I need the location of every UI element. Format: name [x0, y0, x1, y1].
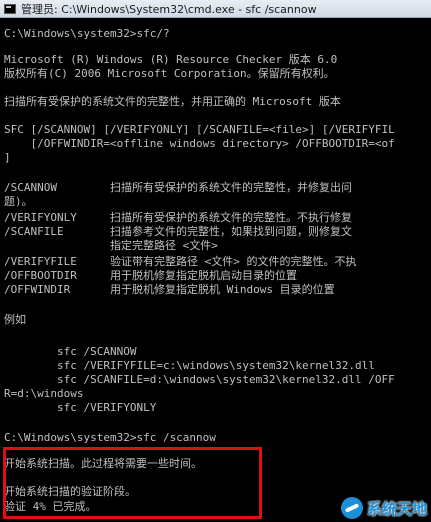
console-line: 题)。 — [4, 195, 33, 208]
console-line: Microsoft (R) Windows (R) Resource Check… — [4, 53, 338, 66]
console-line: /OFFWINDIR 用于脱机修复指定脱机 Windows 目录的位置 — [4, 283, 335, 296]
watermark: 系统天地 — [340, 497, 427, 519]
site-logo-icon — [340, 497, 363, 519]
console-line: /OFFBOOTDIR 用于脱机修复指定脱机启动目录的位置 — [4, 269, 297, 282]
cmd-window: 管理员: C:\Windows\System32\cmd.exe - sfc /… — [0, 0, 431, 522]
console-line: [/OFFWINDIR=<offline windows directory> … — [4, 137, 395, 150]
console-line: sfc /SCANFILE=d:\windows\system32\kernel… — [4, 373, 395, 386]
console-line: 版权所有(C) 2006 Microsoft Corporation。保留所有权… — [4, 67, 335, 80]
console-line: /VERIFYFILE 验证带有完整路径 <文件> 的文件的完整性。不执 — [4, 255, 357, 268]
window-title: 管理员: C:\Windows\System32\cmd.exe - sfc /… — [21, 2, 317, 16]
console-line: R=d:\windows — [4, 387, 84, 400]
console-line: sfc /VERIFYONLY — [4, 401, 157, 414]
console-line: sfc /SCANNOW — [4, 345, 137, 358]
console-window-icon[interactable] — [4, 3, 16, 14]
console-line: 扫描所有受保护的系统文件的完整性，并用正确的 Microsoft 版本 — [4, 95, 341, 108]
console-line: 例如 — [4, 313, 26, 326]
console-line: C:\Windows\system32>sfc /scannow — [4, 431, 216, 444]
console-line: 指定完整路径 <文件> — [4, 239, 218, 252]
watermark-text: 系统天地 — [366, 499, 427, 518]
console-line: SFC [/SCANNOW] [/VERIFYONLY] [/SCANFILE=… — [4, 123, 395, 136]
title-bar[interactable]: 管理员: C:\Windows\System32\cmd.exe - sfc /… — [0, 0, 431, 18]
highlight-box — [3, 447, 262, 519]
console-line: C:\Windows\system32>sfc/? — [4, 27, 170, 40]
console-line: /VERIFYONLY 扫描所有受保护的系统文件的完整性。不执行修复 — [4, 211, 352, 224]
console-line: ] — [4, 151, 11, 164]
console-line: /SCANNOW 扫描所有受保护的系统文件的完整性，并修复出问 — [4, 181, 352, 194]
console-line: /SCANFILE 扫描参考文件的完整性，如果找到问题，则修复文 — [4, 225, 352, 238]
console-line: sfc /VERIFYFILE=c:\windows\system32\kern… — [4, 359, 375, 372]
